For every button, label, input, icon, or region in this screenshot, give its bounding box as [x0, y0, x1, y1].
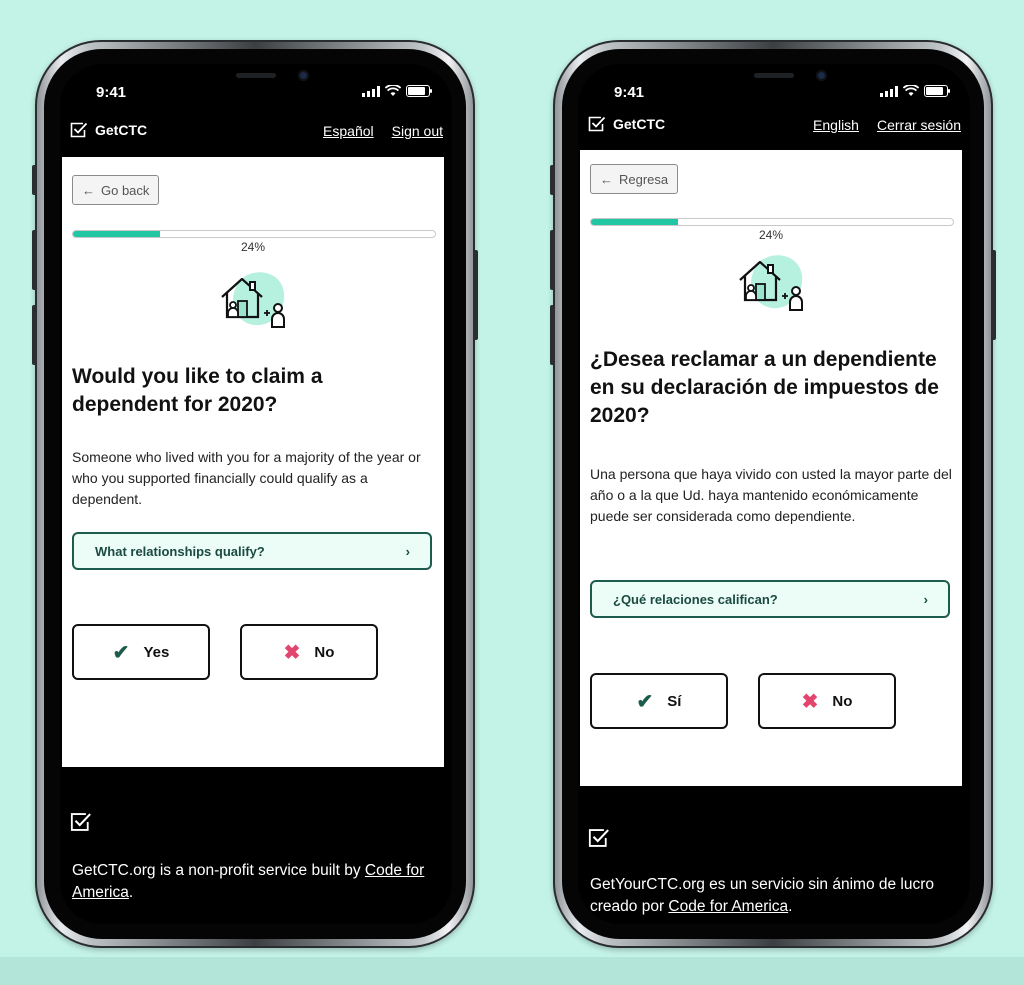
front-camera	[298, 70, 309, 81]
notch	[164, 64, 348, 98]
yes-label: Yes	[143, 643, 170, 661]
code-for-america-link[interactable]: Code for America	[668, 898, 788, 915]
notch	[682, 64, 866, 98]
checkbox-logo-icon	[70, 122, 88, 138]
checkbox-logo-icon	[588, 116, 606, 132]
checkmark-icon: ✔	[112, 641, 130, 664]
signal-icon	[362, 86, 380, 97]
no-button[interactable]: ✖ No	[758, 673, 896, 729]
arrow-left-icon: ←	[82, 182, 95, 198]
progress-label: 24%	[240, 240, 266, 254]
no-label: No	[832, 692, 853, 710]
app-header: GetCTC Español Sign out	[60, 114, 452, 152]
main-content: ← Regresa 24% ¿Desea reclamar a un depen…	[580, 150, 962, 786]
brand-name: GetCTC	[613, 116, 666, 132]
footer-text-part: GetCTC.org is a non-profit service built…	[72, 862, 365, 879]
progress-label: 24%	[758, 228, 784, 242]
phone-screen: 9:41 GetCTC	[578, 64, 970, 924]
checkmark-icon: ✔	[636, 690, 654, 713]
front-camera	[816, 70, 827, 81]
checkbox-logo-icon	[588, 829, 609, 847]
app-header: GetCTC English Cerrar sesión	[578, 108, 970, 146]
footer: GetYourCTC.org es un servicio sin ánimo …	[578, 786, 970, 924]
qualify-label: ¿Qué relaciones califican?	[613, 591, 778, 607]
status-time: 9:41	[96, 84, 127, 101]
wifi-icon	[903, 85, 919, 96]
footer-text: GetCTC.org is a non-profit service built…	[72, 860, 432, 904]
footer-text-end: .	[128, 884, 134, 901]
battery-icon	[924, 85, 950, 97]
go-back-label: Go back	[101, 182, 150, 198]
power-button	[991, 250, 996, 340]
relationships-qualify-button[interactable]: What relationships qualify? ›	[72, 532, 432, 570]
language-link[interactable]: Español	[323, 123, 374, 139]
go-back-label: Regresa	[619, 171, 669, 187]
phone-screen: 9:41 GetCTC	[60, 64, 452, 924]
checkbox-logo-icon	[70, 813, 91, 831]
brand[interactable]: GetCTC	[70, 122, 147, 138]
brand[interactable]: GetCTC	[588, 116, 665, 132]
yes-button[interactable]: ✔ Yes	[72, 624, 210, 680]
arrow-left-icon: ←	[600, 171, 613, 187]
speaker-grille	[236, 73, 276, 78]
status-time: 9:41	[614, 84, 645, 101]
go-back-button[interactable]: ← Go back	[72, 175, 160, 205]
footer-text: GetYourCTC.org es un servicio sin ánimo …	[590, 874, 950, 918]
no-button[interactable]: ✖ No	[240, 624, 378, 680]
signal-icon	[880, 86, 898, 97]
volume-down-button	[550, 305, 555, 365]
progress-fill	[73, 231, 160, 237]
no-label: No	[314, 643, 335, 661]
main-content: ← Go back 24% Would you like to claim a …	[62, 157, 444, 767]
progress-fill	[591, 219, 678, 225]
page-description: Someone who lived with you for a majorit…	[72, 449, 421, 507]
mute-switch	[550, 165, 555, 195]
brand-name: GetCTC	[95, 122, 148, 138]
yes-label: Sí	[667, 692, 682, 710]
page-title: ¿Desea reclamar a un dependiente en su d…	[590, 348, 939, 427]
language-link[interactable]: English	[813, 117, 859, 133]
progress-bar	[590, 218, 954, 226]
volume-up-button	[32, 230, 37, 290]
house-with-dependent-icon	[221, 272, 285, 328]
power-button	[473, 250, 478, 340]
wifi-icon	[385, 85, 401, 96]
mute-switch	[32, 165, 37, 195]
footer: GetCTC.org is a non-profit service built…	[60, 767, 452, 924]
page-title: Would you like to claim a dependent for …	[72, 365, 323, 416]
house-with-dependent-icon	[739, 255, 803, 311]
phone-spanish: 9:41 GetCTC English Cerrar sesión ← Regr…	[550, 40, 996, 948]
qualify-label: What relationships qualify?	[95, 543, 265, 559]
x-icon: ✖	[801, 690, 819, 713]
battery-icon	[406, 85, 432, 97]
sign-out-link[interactable]: Cerrar sesión	[877, 117, 961, 133]
chevron-right-icon: ›	[405, 543, 410, 559]
volume-up-button	[550, 230, 555, 290]
progress-bar	[72, 230, 436, 238]
page-bottom-strip	[0, 957, 1024, 985]
x-icon: ✖	[283, 641, 301, 664]
go-back-button[interactable]: ← Regresa	[590, 164, 679, 194]
footer-text-end: .	[788, 898, 793, 915]
relationships-qualify-button[interactable]: ¿Qué relaciones califican? ›	[590, 580, 950, 618]
page-description: Una persona que haya vivido con usted la…	[590, 466, 952, 524]
speaker-grille	[754, 73, 794, 78]
yes-button[interactable]: ✔ Sí	[590, 673, 728, 729]
volume-down-button	[32, 305, 37, 365]
phone-english: 9:41 GetCTC Español Sign out ← Go back 2…	[32, 40, 478, 948]
chevron-right-icon: ›	[923, 591, 928, 607]
sign-out-link[interactable]: Sign out	[392, 123, 443, 139]
